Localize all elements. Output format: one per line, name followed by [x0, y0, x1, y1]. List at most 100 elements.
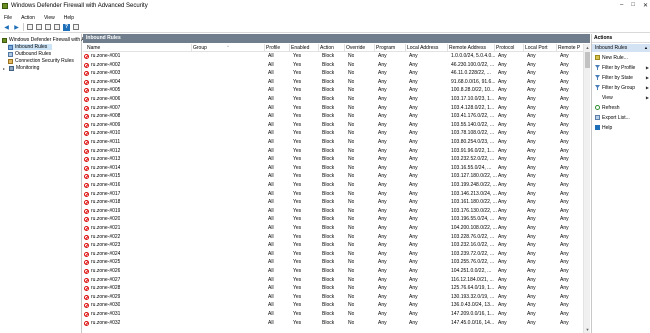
cell-action: Block: [322, 233, 335, 240]
help-icon[interactable]: ?: [63, 23, 70, 31]
table-row[interactable]: ru.zone-#017 All Yes Block No Any Any 103.146.2…: [83, 191, 583, 198]
column-header-local-address[interactable]: Local Address: [407, 45, 438, 51]
cell-protocol: Any: [498, 96, 507, 102]
cell-profile: All: [268, 78, 274, 85]
column-header-local-port[interactable]: Local Port: [525, 45, 548, 51]
table-row[interactable]: ru.zone-#010 All Yes Block No Any Any 103.78.10…: [83, 130, 583, 137]
tree-item-inbound-rules[interactable]: Inbound Rules: [8, 44, 52, 50]
action-filter-by-group[interactable]: Filter by Group ▶: [595, 84, 649, 91]
column-header-name[interactable]: Name: [87, 45, 100, 51]
table-row[interactable]: ru.zone-#021 All Yes Block No Any Any 104.200.1…: [83, 225, 583, 232]
table-row[interactable]: ru.zone-#018 All Yes Block No Any Any 103.161.1…: [83, 199, 583, 206]
table-row[interactable]: ru.zone-#009 All Yes Block No Any Any 103.55.14…: [83, 122, 583, 129]
table-row[interactable]: ru.zone-#027 All Yes Block No Any Any 116.12.18…: [83, 277, 583, 284]
table-row[interactable]: ru.zone-#007 All Yes Block No Any Any 103.4.128…: [83, 105, 583, 112]
column-divider[interactable]: [318, 44, 319, 52]
menu-action[interactable]: Action: [21, 15, 35, 21]
scroll-down-icon[interactable]: ▼: [584, 326, 591, 333]
tree-item-monitoring[interactable]: ▸ Monitoring: [3, 65, 39, 71]
vertical-scrollbar[interactable]: ▲ ▼: [583, 44, 590, 333]
tree-item-connection-security-rules[interactable]: Connection Security Rules: [8, 58, 74, 64]
table-row[interactable]: ru.zone-#005 All Yes Block No Any Any 100.8.28.…: [83, 87, 583, 94]
collapse-caret-icon[interactable]: ▲: [644, 44, 648, 52]
table-row[interactable]: ru.zone-#023 All Yes Block No Any Any 103.232.1…: [83, 242, 583, 249]
export-list-icon[interactable]: [54, 24, 60, 30]
action-refresh[interactable]: Refresh: [595, 104, 649, 111]
cell-local-port: Any: [527, 190, 536, 197]
column-divider[interactable]: [191, 44, 192, 52]
maximize-icon[interactable]: □: [631, 2, 635, 9]
column-divider[interactable]: [289, 44, 290, 52]
column-header-action[interactable]: Action: [320, 45, 334, 51]
minimize-icon[interactable]: –: [620, 2, 623, 9]
block-rule-icon: [84, 217, 89, 223]
cell-name: ru.zone-#030: [91, 302, 121, 309]
column-divider[interactable]: [447, 44, 448, 52]
table-row[interactable]: ru.zone-#016 All Yes Block No Any Any 103.199.2…: [83, 182, 583, 189]
column-divider[interactable]: [374, 44, 375, 52]
table-row[interactable]: ru.zone-#022 All Yes Block No Any Any 103.228.7…: [83, 234, 583, 241]
table-row[interactable]: ru.zone-#003 All Yes Block No Any Any 46.11.0.2…: [83, 70, 583, 77]
column-header-override[interactable]: Override: [346, 45, 365, 51]
table-row[interactable]: ru.zone-#006 All Yes Block No Any Any 103.17.10…: [83, 96, 583, 103]
table-row[interactable]: ru.zone-#013 All Yes Block No Any Any 103.232.5…: [83, 156, 583, 163]
column-divider[interactable]: [344, 44, 345, 52]
up-folder-icon[interactable]: [27, 24, 33, 30]
action-new-rule[interactable]: New Rule...: [595, 54, 649, 61]
show-action-pane-icon[interactable]: [73, 24, 79, 30]
table-row[interactable]: ru.zone-#002 All Yes Block No Any Any 46.230.10…: [83, 62, 583, 69]
menu-view[interactable]: View: [44, 15, 55, 21]
action-filter-by-state[interactable]: Filter by State ▶: [595, 74, 649, 81]
table-row[interactable]: ru.zone-#030 All Yes Block No Any Any 136.0.43.…: [83, 302, 583, 309]
column-header-protocol[interactable]: Protocol: [496, 45, 514, 51]
back-arrow-icon[interactable]: ◀: [3, 24, 10, 31]
action-view[interactable]: View ▶: [595, 94, 649, 101]
column-header-program[interactable]: Program: [376, 45, 395, 51]
table-row[interactable]: ru.zone-#026 All Yes Block No Any Any 104.251.0…: [83, 268, 583, 275]
table-row[interactable]: ru.zone-#004 All Yes Block No Any Any 91.68.0.0…: [83, 79, 583, 86]
table-row[interactable]: ru.zone-#031 All Yes Block No Any Any 147.209.0…: [83, 311, 583, 318]
close-icon[interactable]: ✕: [643, 2, 648, 9]
cell-remote-address: 125.76.64.0/19, 1...: [451, 285, 495, 292]
table-row[interactable]: ru.zone-#032 All Yes Block No Any Any 147.45.0.…: [83, 320, 583, 327]
table-row[interactable]: ru.zone-#001 All Yes Block No Any Any 1.0.0.0/2…: [83, 53, 583, 60]
properties-icon[interactable]: [45, 24, 51, 30]
column-divider[interactable]: [264, 44, 265, 52]
column-header-remote-address[interactable]: Remote Address: [449, 45, 486, 51]
cell-remote-address: 103.255.76.0/22, ...: [451, 259, 495, 266]
show-hide-tree-icon[interactable]: [36, 24, 42, 30]
action-help[interactable]: Help: [595, 124, 649, 131]
expand-chevron-icon[interactable]: ▸: [3, 66, 7, 71]
table-row[interactable]: ru.zone-#012 All Yes Block No Any Any 103.91.96…: [83, 148, 583, 155]
table-row[interactable]: ru.zone-#008 All Yes Block No Any Any 103.41.17…: [83, 113, 583, 120]
column-header-profile[interactable]: Profile: [266, 45, 280, 51]
scroll-up-icon[interactable]: ▲: [584, 44, 591, 51]
table-row[interactable]: ru.zone-#020 All Yes Block No Any Any 103.196.5…: [83, 216, 583, 223]
tree-item-outbound-rules[interactable]: Outbound Rules: [8, 51, 51, 57]
cell-program: Any: [378, 190, 387, 197]
column-header-row: Name Group ^ Profile Enabled Action Over…: [83, 44, 583, 52]
action-export-list[interactable]: Export List...: [595, 114, 649, 121]
table-row[interactable]: ru.zone-#029 All Yes Block No Any Any 130.193.3…: [83, 294, 583, 301]
column-divider[interactable]: [405, 44, 406, 52]
table-row[interactable]: ru.zone-#028 All Yes Block No Any Any 125.76.64…: [83, 285, 583, 292]
action-filter-by-profile[interactable]: Filter by Profile ▶: [595, 64, 649, 71]
column-header-group[interactable]: Group: [193, 45, 207, 51]
column-divider[interactable]: [523, 44, 524, 52]
menu-help[interactable]: Help: [64, 15, 74, 21]
column-header-remote-port[interactable]: Remote P: [558, 45, 580, 51]
table-row[interactable]: ru.zone-#014 All Yes Block No Any Any 103.16.55…: [83, 165, 583, 172]
table-row[interactable]: ru.zone-#015 All Yes Block No Any Any 103.127.1…: [83, 173, 583, 180]
column-divider[interactable]: [494, 44, 495, 52]
menu-file[interactable]: File: [4, 15, 12, 21]
table-row[interactable]: ru.zone-#019 All Yes Block No Any Any 103.176.1…: [83, 208, 583, 215]
column-divider[interactable]: [556, 44, 557, 52]
scrollbar-thumb[interactable]: [585, 52, 590, 68]
table-row[interactable]: ru.zone-#011 All Yes Block No Any Any 103.80.25…: [83, 139, 583, 146]
actions-section-inbound-rules[interactable]: Inbound Rules ▲: [592, 44, 650, 52]
column-header-enabled[interactable]: Enabled: [291, 45, 309, 51]
cell-remote-port: Any: [560, 225, 569, 231]
table-row[interactable]: ru.zone-#025 All Yes Block No Any Any 103.255.7…: [83, 259, 583, 266]
table-row[interactable]: ru.zone-#024 All Yes Block No Any Any 103.239.7…: [83, 251, 583, 258]
forward-arrow-icon[interactable]: ▶: [13, 24, 20, 31]
